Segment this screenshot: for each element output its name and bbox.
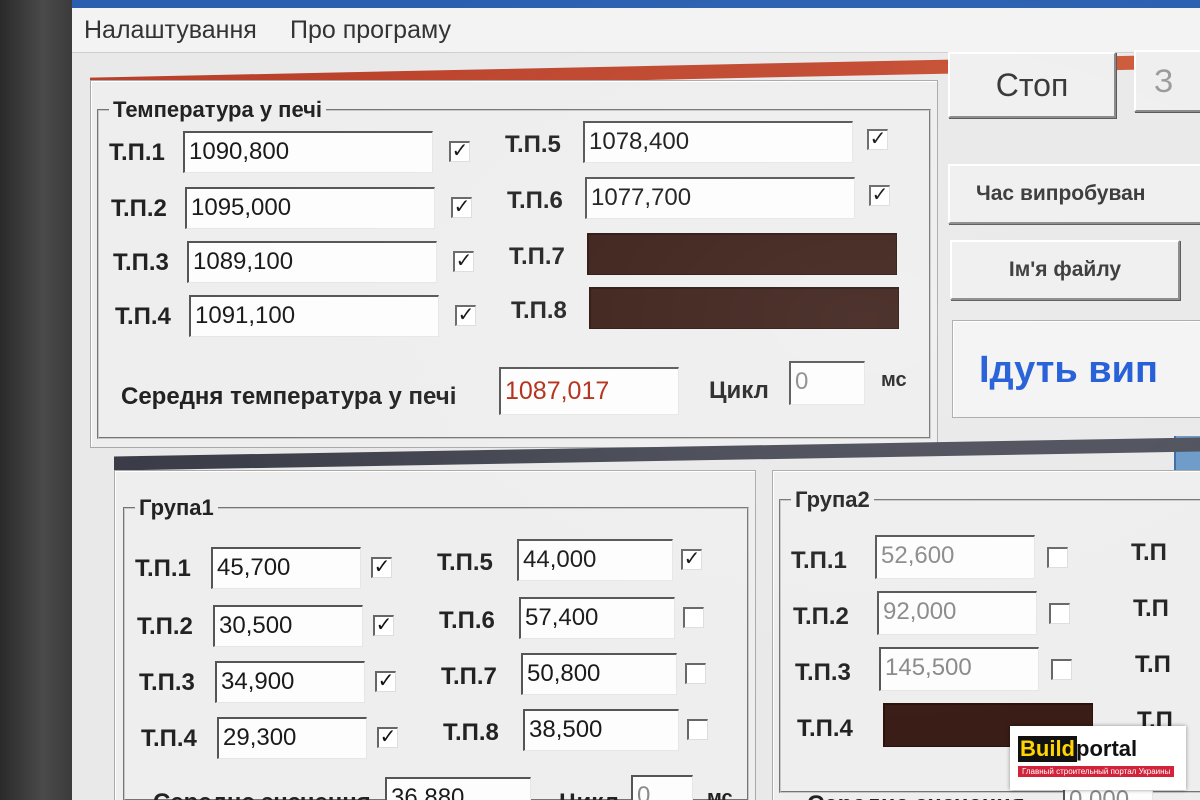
group1-tp4-label: Т.П.4 [141, 725, 197, 752]
group1-cycle-field[interactable]: 0 [631, 775, 693, 800]
group1-tp1-checkbox[interactable]: ✓ [371, 557, 392, 578]
furnace-tp6-label: Т.П.6 [507, 187, 563, 214]
group1-tp6-field[interactable]: 57,400 [519, 597, 675, 639]
group1-tp1-field[interactable]: 45,700 [211, 547, 361, 589]
furnace-tp6-field[interactable]: 1077,700 [585, 177, 855, 219]
group1-tp8-checkbox[interactable] [687, 719, 708, 740]
menu-about[interactable]: Про програму [290, 16, 451, 45]
furnace-tp8-field [589, 287, 899, 329]
group1-title: Група1 [135, 495, 218, 521]
start-button[interactable]: З [1134, 50, 1200, 112]
furnace-tp1-field[interactable]: 1090,800 [183, 131, 433, 173]
furnace-tp4-label: Т.П.4 [115, 303, 171, 330]
group2-tp3-checkbox[interactable] [1051, 659, 1072, 680]
group1-tp3-checkbox[interactable]: ✓ [375, 671, 396, 692]
group2-tp5-label: Т.П [1131, 539, 1167, 566]
monitor-bezel [0, 0, 72, 800]
group2-tp4-label: Т.П.4 [797, 715, 853, 742]
furnace-cycle-field[interactable]: 0 [789, 361, 865, 405]
menu-bar: Налаштування Про програму [72, 8, 1200, 53]
furnace-tp2-checkbox[interactable]: ✓ [451, 197, 472, 218]
group2-tp1-label: Т.П.1 [791, 547, 847, 574]
furnace-groupbox: Температура у печі Т.П.1 1090,800 ✓ Т.П.… [97, 97, 931, 439]
group2-tp6-label: Т.П [1133, 595, 1169, 622]
furnace-tp7-label: Т.П.7 [509, 243, 565, 270]
furnace-cycle-label: Цикл [709, 377, 769, 404]
group2-tp7-label: Т.П [1135, 651, 1171, 678]
furnace-tp7-field [587, 233, 897, 275]
group1-cycle-label: Цикл [559, 789, 619, 800]
furnace-tp6-checkbox[interactable]: ✓ [869, 185, 890, 206]
group1-groupbox: Група1 Т.П.1 45,700 ✓ Т.П.2 30,500 ✓ Т.П… [123, 495, 749, 800]
group1-tp4-checkbox[interactable]: ✓ [377, 727, 398, 748]
group1-cycle-unit: мс [707, 787, 733, 800]
title-bar-edge [72, 0, 1200, 8]
furnace-tp1-checkbox[interactable]: ✓ [449, 141, 470, 162]
group2-tp3-label: Т.П.3 [795, 659, 851, 686]
group1-tp1-label: Т.П.1 [135, 555, 191, 582]
logo-tagline: Главный строительный портал Украины [1018, 766, 1175, 777]
group1-tp4-field[interactable]: 29,300 [217, 717, 367, 759]
group1-tp3-field[interactable]: 34,900 [215, 661, 365, 703]
group2-tp1-field[interactable]: 52,600 [875, 535, 1035, 579]
group1-panel: Група1 Т.П.1 45,700 ✓ Т.П.2 30,500 ✓ Т.П… [114, 470, 756, 800]
group1-tp8-field[interactable]: 38,500 [523, 709, 679, 751]
group2-tp2-label: Т.П.2 [793, 603, 849, 630]
furnace-cycle-unit: мс [881, 369, 907, 391]
group2-avg-label: Середнє значення [807, 791, 1025, 800]
status-text: Ідуть вип [979, 349, 1158, 391]
furnace-title: Температура у печі [109, 97, 327, 123]
furnace-tp4-checkbox[interactable]: ✓ [455, 305, 476, 326]
group2-tp2-checkbox[interactable] [1049, 603, 1070, 624]
furnace-avg-field: 1087,017 [499, 367, 679, 415]
logo-portal-text: portal [1076, 736, 1138, 761]
furnace-tp2-label: Т.П.2 [111, 195, 167, 222]
group1-tp8-label: Т.П.8 [443, 719, 499, 746]
group1-tp2-field[interactable]: 30,500 [213, 605, 363, 647]
furnace-tp8-label: Т.П.8 [511, 297, 567, 324]
group1-tp5-field[interactable]: 44,000 [517, 539, 673, 581]
group2-tp1-checkbox[interactable] [1047, 547, 1068, 568]
furnace-tp5-field[interactable]: 1078,400 [583, 121, 853, 163]
furnace-panel: Температура у печі Т.П.1 1090,800 ✓ Т.П.… [90, 80, 938, 448]
furnace-tp4-field[interactable]: 1091,100 [189, 295, 439, 337]
furnace-tp3-checkbox[interactable]: ✓ [453, 251, 474, 272]
furnace-tp1-label: Т.П.1 [109, 139, 165, 166]
group1-tp5-checkbox[interactable]: ✓ [681, 549, 702, 570]
group2-tp2-field[interactable]: 92,000 [877, 591, 1037, 635]
group1-tp3-label: Т.П.3 [139, 669, 195, 696]
app-window: Налаштування Про програму Температура у … [72, 0, 1200, 800]
group1-tp7-label: Т.П.7 [441, 663, 497, 690]
furnace-tp2-field[interactable]: 1095,000 [185, 187, 435, 229]
group1-avg-field: 36,880 [385, 777, 531, 800]
furnace-avg-label: Середня температура у печі [121, 383, 457, 410]
buildportal-logo: Build portal Главный строительный портал… [1010, 726, 1186, 790]
menu-settings[interactable]: Налаштування [84, 16, 257, 45]
status-panel: Ідуть вип [952, 320, 1200, 418]
filename-button[interactable]: Ім'я файлу [950, 240, 1180, 300]
test-time-button[interactable]: Час випробуван [948, 164, 1200, 224]
furnace-tp3-label: Т.П.3 [113, 249, 169, 276]
group1-tp7-field[interactable]: 50,800 [521, 653, 677, 695]
group1-tp6-label: Т.П.6 [439, 607, 495, 634]
logo-build-text: Build [1018, 736, 1077, 762]
group1-tp7-checkbox[interactable] [685, 663, 706, 684]
group1-tp6-checkbox[interactable] [683, 607, 704, 628]
group2-title: Група2 [791, 487, 874, 513]
group1-tp2-label: Т.П.2 [137, 613, 193, 640]
group2-tp3-field[interactable]: 145,500 [879, 647, 1039, 691]
furnace-tp5-label: Т.П.5 [505, 131, 561, 158]
furnace-tp5-checkbox[interactable]: ✓ [867, 129, 888, 150]
stop-button[interactable]: Стоп [948, 52, 1116, 118]
group1-tp2-checkbox[interactable]: ✓ [373, 615, 394, 636]
group1-tp5-label: Т.П.5 [437, 549, 493, 576]
furnace-tp3-field[interactable]: 1089,100 [187, 241, 437, 283]
group1-avg-label: Середнє значення [153, 789, 371, 800]
